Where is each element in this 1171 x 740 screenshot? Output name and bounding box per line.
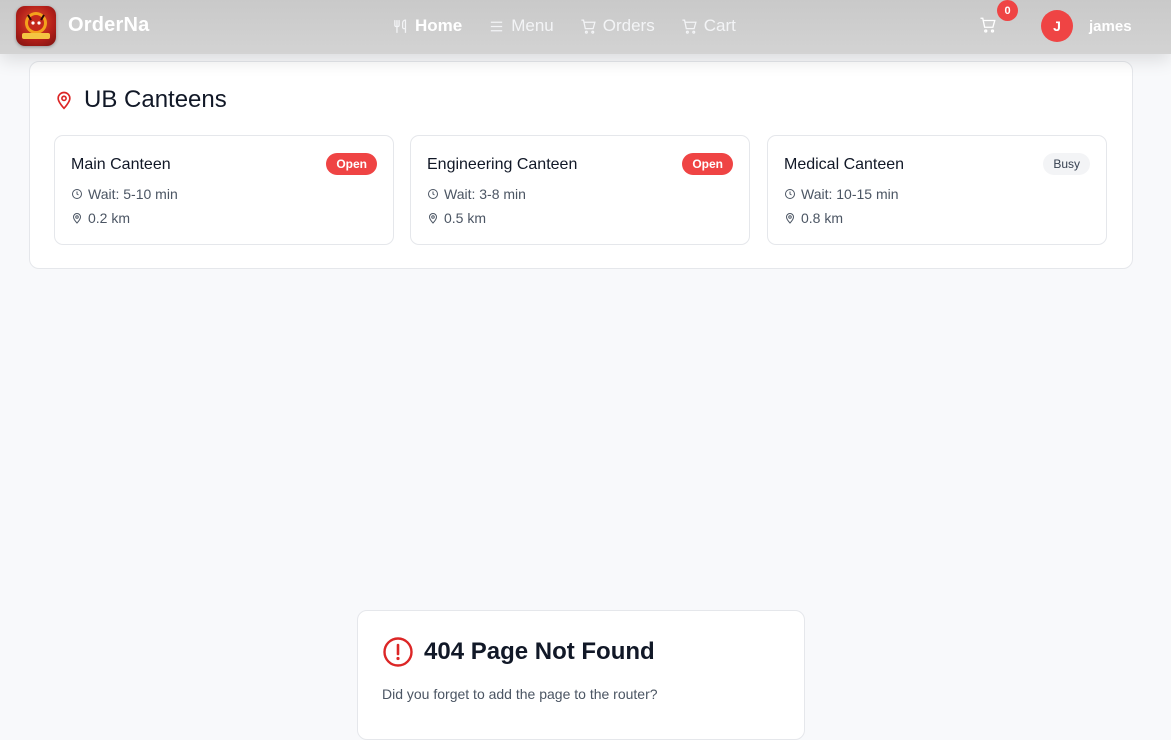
user-avatar[interactable]: J	[1041, 10, 1073, 42]
canteen-card-main[interactable]: Main Canteen Open Wait: 5-10 min 0.2 km	[54, 135, 394, 245]
map-pin-icon	[785, 213, 795, 224]
wait-text: Wait: 3-8 min	[444, 186, 526, 202]
nav-cart-label: Cart	[703, 16, 736, 35]
cart-icon	[581, 18, 596, 34]
status-badge: Open	[682, 153, 733, 175]
nav-home[interactable]: Home	[392, 16, 462, 36]
canteen-distance: 0.5 km	[427, 210, 486, 226]
distance-text: 0.8 km	[801, 210, 844, 226]
clock-icon	[785, 189, 795, 199]
map-pin-icon	[57, 91, 71, 110]
nav-menu[interactable]: Menu	[488, 16, 554, 36]
canteen-wait: Wait: 3-8 min	[427, 186, 526, 202]
nav-orders-label: Orders	[602, 16, 655, 35]
brand-logo[interactable]	[16, 6, 56, 46]
user-name[interactable]: james	[1089, 18, 1132, 35]
canteen-distance: 0.2 km	[71, 210, 130, 226]
status-badge: Busy	[1043, 153, 1090, 175]
header-cart-button[interactable]	[979, 16, 1001, 38]
cart-count-badge: 0	[997, 0, 1018, 21]
canteen-name: Engineering Canteen	[427, 156, 578, 173]
main-nav: Home Menu Orders Cart	[392, 16, 762, 36]
brand-name[interactable]: OrderNa	[68, 14, 149, 37]
canteen-wait: Wait: 5-10 min	[71, 186, 178, 202]
nav-menu-label: Menu	[511, 16, 554, 35]
nav-home-label: Home	[415, 16, 463, 35]
canteen-name: Main Canteen	[71, 156, 171, 173]
utensils-icon	[394, 18, 407, 33]
canteens-heading: UB Canteens	[54, 86, 227, 114]
cart-icon	[682, 18, 697, 34]
not-found-card: 404 Page Not Found Did you forget to add…	[357, 610, 805, 740]
top-navbar: OrderNa Home Menu Orders Cart 0 J james	[0, 0, 1171, 54]
map-pin-icon	[72, 213, 82, 224]
canteen-name: Medical Canteen	[784, 156, 905, 173]
distance-text: 0.5 km	[444, 210, 487, 226]
nav-cart[interactable]: Cart	[681, 16, 736, 36]
canteen-distance: 0.8 km	[784, 210, 843, 226]
map-pin-icon	[428, 213, 438, 224]
clock-icon	[72, 189, 82, 199]
canteens-title: UB Canteens	[84, 86, 227, 113]
menu-lines-icon	[491, 21, 503, 31]
not-found-heading: 404 Page Not Found	[382, 636, 655, 668]
canteen-card-medical[interactable]: Medical Canteen Busy Wait: 10-15 min 0.8…	[767, 135, 1107, 245]
cart-icon	[980, 17, 996, 33]
canteen-card-engineering[interactable]: Engineering Canteen Open Wait: 3-8 min 0…	[410, 135, 750, 245]
not-found-message: Did you forget to add the page to the ro…	[382, 686, 658, 702]
nav-orders[interactable]: Orders	[580, 16, 655, 36]
wait-text: Wait: 5-10 min	[88, 186, 178, 202]
status-badge: Open	[326, 153, 377, 175]
not-found-title: 404 Page Not Found	[424, 638, 655, 665]
canteen-wait: Wait: 10-15 min	[784, 186, 899, 202]
distance-text: 0.2 km	[88, 210, 131, 226]
alert-circle-icon	[383, 637, 413, 667]
clock-icon	[428, 189, 438, 199]
wait-text: Wait: 10-15 min	[801, 186, 899, 202]
canteens-panel: UB Canteens Main Canteen Open Wait: 5-10…	[29, 61, 1133, 269]
